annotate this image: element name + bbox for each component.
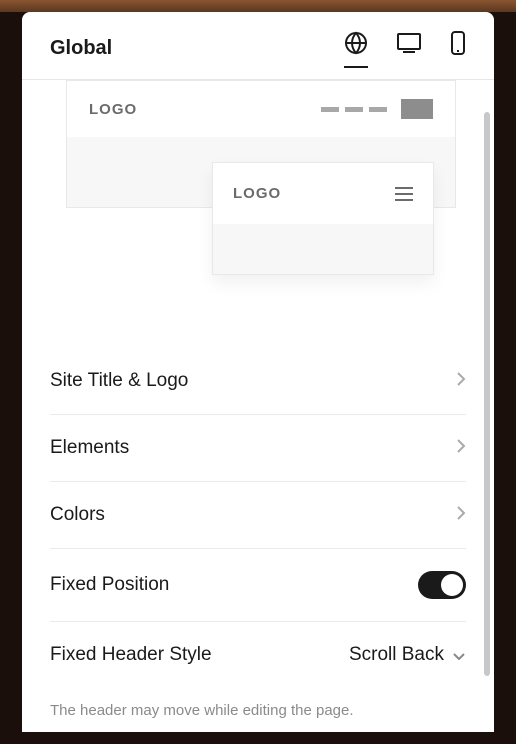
label-colors: Colors: [50, 504, 105, 526]
preview-desktop-header: LOGO: [67, 81, 455, 137]
preview-logo-desktop: LOGO: [89, 101, 137, 118]
scrollbar-thumb[interactable]: [484, 112, 490, 676]
row-colors[interactable]: Colors: [50, 482, 466, 549]
preview-mobile-body: [213, 224, 433, 274]
scrollbar-track[interactable]: [484, 112, 490, 716]
nav-dash: [345, 107, 363, 112]
row-fixed-position: Fixed Position: [50, 549, 466, 622]
row-fixed-header-style[interactable]: Fixed Header Style Scroll Back: [50, 622, 466, 688]
settings-panel: Global: [22, 12, 494, 732]
tab-mobile[interactable]: [450, 30, 466, 67]
preview-mobile[interactable]: LOGO: [212, 162, 434, 275]
settings-list[interactable]: Site Title & Logo Elements Colors Fixed …: [22, 340, 494, 732]
hamburger-icon: [395, 187, 413, 201]
toggle-fixed-position[interactable]: [418, 571, 466, 599]
preview-nav-items: [321, 99, 433, 119]
chevron-right-icon: [456, 438, 466, 459]
nav-dash: [369, 107, 387, 112]
label-fixed-position: Fixed Position: [50, 574, 169, 596]
helper-text: The header may move while editing the pa…: [50, 688, 466, 729]
chevron-down-icon: [452, 644, 466, 666]
dropdown-fixed-header-style[interactable]: Scroll Back: [349, 644, 466, 666]
row-site-title-logo[interactable]: Site Title & Logo: [50, 360, 466, 415]
label-site-title-logo: Site Title & Logo: [50, 370, 188, 392]
chevron-right-icon: [456, 505, 466, 526]
row-elements[interactable]: Elements: [50, 415, 466, 482]
nav-dash: [321, 107, 339, 112]
preview-mobile-header: LOGO: [213, 163, 433, 224]
label-elements: Elements: [50, 437, 129, 459]
background-strip: [0, 0, 516, 12]
device-tabs: [344, 30, 466, 67]
globe-icon: [344, 31, 368, 60]
panel-header: Global: [22, 12, 494, 79]
nav-button-placeholder: [401, 99, 433, 119]
dropdown-value-text: Scroll Back: [349, 644, 444, 666]
tab-desktop[interactable]: [396, 32, 422, 65]
tab-global[interactable]: [344, 31, 368, 68]
chevron-right-icon: [456, 371, 466, 392]
mobile-icon: [450, 30, 466, 61]
label-fixed-header-style: Fixed Header Style: [50, 644, 212, 666]
toggle-knob: [441, 574, 463, 596]
preview-area: LOGO LOGO: [22, 80, 494, 340]
panel-title: Global: [50, 37, 112, 60]
desktop-icon: [396, 32, 422, 59]
preview-logo-mobile: LOGO: [233, 185, 281, 202]
